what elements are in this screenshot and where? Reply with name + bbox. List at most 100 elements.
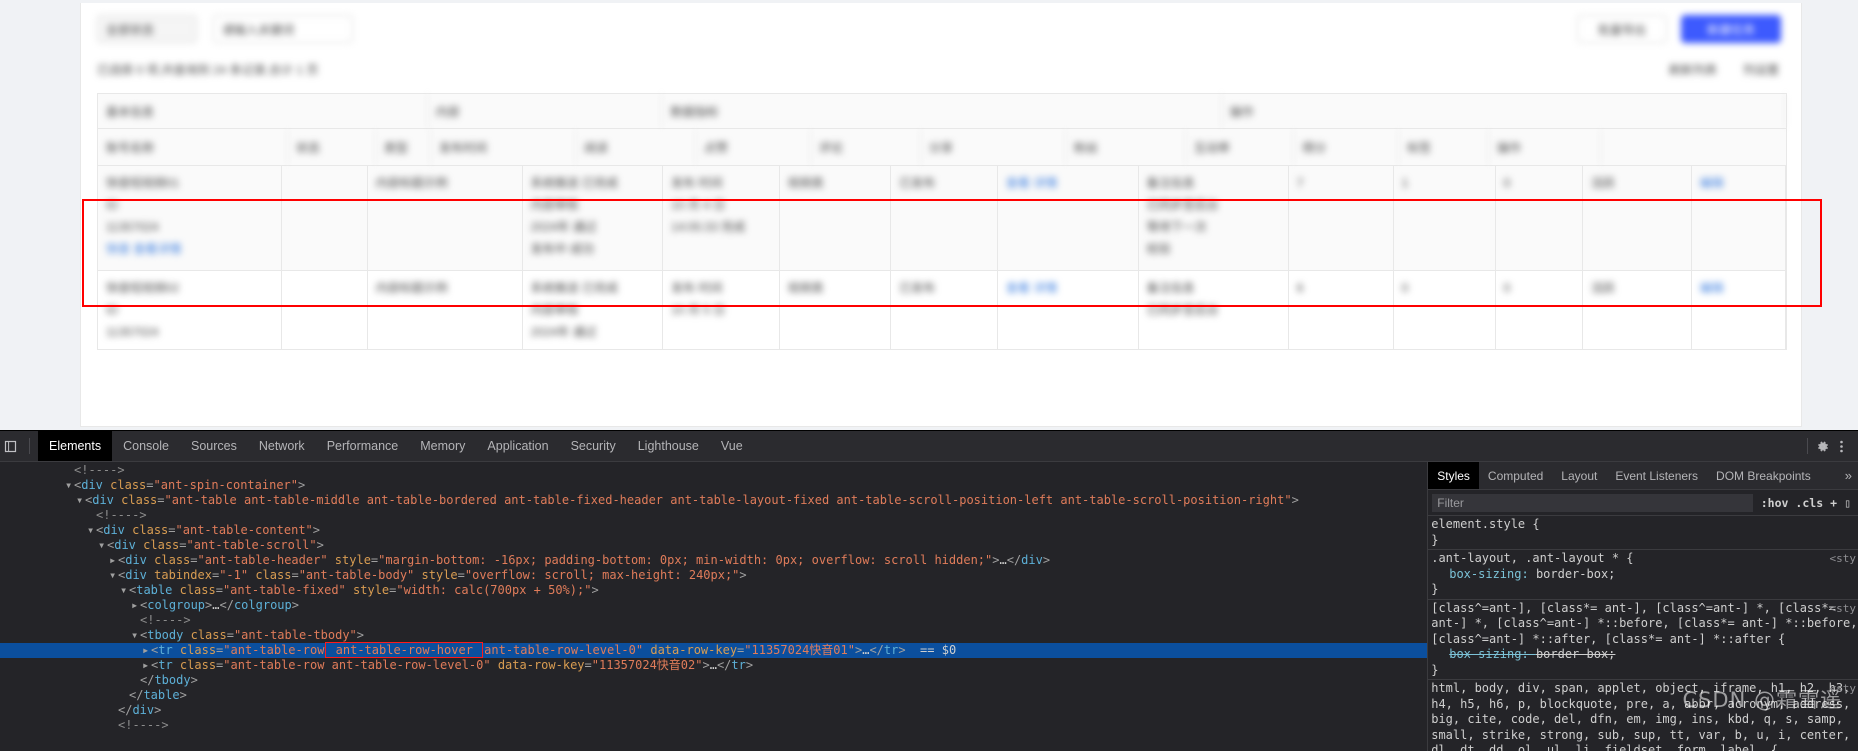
dom-node[interactable]: ▾ <tbody class="ant-table-tbody"> xyxy=(0,628,1427,643)
new-style-rule-button[interactable]: + xyxy=(1830,496,1837,510)
keyword-input[interactable]: 请输入关键词 xyxy=(213,15,353,43)
more-options-icon[interactable] xyxy=(1833,438,1850,455)
css-rule[interactable]: element.style {} xyxy=(1428,516,1858,550)
dom-token-attr: class xyxy=(179,643,217,657)
css-rule-origin[interactable]: <sty xyxy=(1830,551,1857,567)
table-header-cell[interactable]: 阅读 xyxy=(576,129,696,165)
expand-arrow-right-icon[interactable]: ▸ xyxy=(131,598,140,613)
dom-token-punct: > xyxy=(154,703,162,717)
styles-tab-layout[interactable]: Layout xyxy=(1552,462,1606,489)
devtools-tab-memory[interactable]: Memory xyxy=(409,431,476,461)
table-cell: 活跃 xyxy=(1583,271,1692,349)
css-selector[interactable]: .ant-layout, .ant-layout * { xyxy=(1431,551,1858,567)
cls-toggle[interactable]: .cls xyxy=(1795,496,1823,510)
expand-arrow-down-icon[interactable]: ▾ xyxy=(131,628,140,643)
no-arrow-icon xyxy=(109,718,118,733)
table-row[interactable]: 快音短视频01 ID 11357024 快音 查看详情 内容标题示例 系统推送 已完成 内容… xyxy=(98,166,1786,271)
expand-arrow-down-icon[interactable]: ▾ xyxy=(120,583,129,598)
devtools-tab-performance[interactable]: Performance xyxy=(316,431,410,461)
dom-token-str: "width: calc(700px + 50%);" xyxy=(396,583,592,597)
column-settings-link[interactable]: 列设置 xyxy=(1743,61,1779,78)
table-header-cell[interactable]: 点赞 xyxy=(696,129,811,165)
css-declaration[interactable]: box-sizing: border-box; xyxy=(1431,647,1858,663)
css-rule[interactable]: <sty html, body, div, span, applet, objec… xyxy=(1428,680,1858,751)
table-header-cell[interactable]: 粉丝 xyxy=(1066,129,1186,165)
css-property[interactable]: box-sizing: xyxy=(1431,647,1536,661)
table-header-cell[interactable]: 评论 xyxy=(811,129,921,165)
table-header-cell[interactable]: 账号名称 xyxy=(98,129,288,165)
css-declaration[interactable]: box-sizing: border-box; xyxy=(1431,567,1858,583)
table-header-cell[interactable]: 标签 xyxy=(1399,129,1489,165)
dom-node[interactable]: </div> xyxy=(0,703,1427,718)
dom-node[interactable]: ▸ <tr class="ant-table-row ant-table-row-… xyxy=(0,658,1427,673)
devtools-tab-security[interactable]: Security xyxy=(560,431,627,461)
dom-node[interactable]: </table> xyxy=(0,688,1427,703)
css-value[interactable]: border-box; xyxy=(1536,647,1615,661)
styles-filter-input[interactable] xyxy=(1432,493,1753,512)
css-rule-origin[interactable]: <sty xyxy=(1830,601,1857,617)
table-header-cell[interactable]: 得分 xyxy=(1294,129,1399,165)
settings-gear-icon[interactable] xyxy=(1814,438,1831,455)
status-select[interactable]: 全部状态 xyxy=(97,15,197,43)
expand-arrow-down-icon[interactable]: ▾ xyxy=(87,523,96,538)
dom-token-attr: data-row-key xyxy=(497,658,585,672)
devtools-tab-vue[interactable]: Vue xyxy=(710,431,754,461)
devtools-tab-console[interactable]: Console xyxy=(112,431,180,461)
dom-node[interactable]: ▾ <div class="ant-table-scroll"> xyxy=(0,538,1427,553)
dom-token-tag: div xyxy=(92,493,114,507)
batch-export-button[interactable]: 批量导出 xyxy=(1577,15,1667,43)
expand-arrow-down-icon[interactable]: ▾ xyxy=(65,478,74,493)
styles-tab-event-listeners[interactable]: Event Listeners xyxy=(1606,462,1707,489)
devtools-tab-application[interactable]: Application xyxy=(476,431,559,461)
styles-tab-styles[interactable]: Styles xyxy=(1428,462,1479,489)
dom-node[interactable]: ▾ <div class="ant-table ant-table-middle … xyxy=(0,493,1427,508)
expand-arrow-right-icon[interactable]: ▸ xyxy=(142,658,151,673)
table-row[interactable]: 快音短视频02 ID 11357024 内容标题示例 系统推送 已完成 内容审核 2024年… xyxy=(98,271,1786,350)
dom-node[interactable]: ▾ <div class="ant-table-content"> xyxy=(0,523,1427,538)
create-task-button[interactable]: 新建任务 xyxy=(1681,15,1781,43)
devtools-tab-network[interactable]: Network xyxy=(248,431,316,461)
css-value[interactable]: border-box; xyxy=(1536,567,1615,581)
devtools-tab-lighthouse[interactable]: Lighthouse xyxy=(627,431,710,461)
refresh-list-link[interactable]: 刷新列表 xyxy=(1669,61,1717,78)
table-header-cell[interactable]: 状态 xyxy=(288,129,376,165)
device-toolbar-icon[interactable] xyxy=(2,438,19,455)
dom-node[interactable]: <!----> xyxy=(0,508,1427,523)
hov-toggle[interactable]: :hov xyxy=(1761,496,1789,510)
expand-arrow-right-icon[interactable]: ▸ xyxy=(109,553,118,568)
dom-node[interactable]: <!----> xyxy=(0,463,1427,478)
css-rule-origin[interactable]: <sty xyxy=(1830,681,1857,697)
dom-tree-pane[interactable]: <!----> ▾ <div class="ant-spin-container">… xyxy=(0,462,1428,751)
dom-node[interactable]: <!----> xyxy=(0,718,1427,733)
css-selector[interactable]: [class^=ant-], [class*= ant-], [class^=a… xyxy=(1431,601,1858,648)
toggle-element-state-icon[interactable]: ▯ xyxy=(1844,496,1851,510)
devtools-tab-sources[interactable]: Sources xyxy=(180,431,248,461)
css-rule[interactable]: <sty .ant-layout, .ant-layout * {box-sizi… xyxy=(1428,550,1858,600)
styles-more-tabs-button[interactable]: » xyxy=(1839,462,1858,489)
devtools-tab-elements[interactable]: Elements xyxy=(38,431,113,461)
dom-node[interactable]: ▾ <div tabindex="-1" class="ant-table-bod… xyxy=(0,568,1427,583)
table-header-cell[interactable]: 类型 xyxy=(376,129,431,165)
dom-node[interactable]: </tbody> xyxy=(0,673,1427,688)
expand-arrow-right-icon[interactable]: ▸ xyxy=(142,643,151,658)
css-selector[interactable]: html, body, div, span, applet, object, i… xyxy=(1431,681,1858,751)
css-selector[interactable]: element.style { xyxy=(1431,517,1858,533)
expand-arrow-down-icon[interactable]: ▾ xyxy=(109,568,118,583)
table-header-cell[interactable]: 分享 xyxy=(921,129,1066,165)
table-header-cell[interactable]: 互动率 xyxy=(1186,129,1294,165)
table-header-cell[interactable]: 操作 xyxy=(1489,129,1601,165)
dom-node[interactable]: ▸ <div class="ant-table-header" style="ma… xyxy=(0,553,1427,568)
dom-node[interactable]: ▾ <div class="ant-spin-container"> xyxy=(0,478,1427,493)
dom-node[interactable]: ▸ <colgroup>…</colgroup> xyxy=(0,598,1427,613)
dom-node[interactable]: ▾ <table class="ant-table-fixed" style="w… xyxy=(0,583,1427,598)
dom-node[interactable]: <!----> xyxy=(0,613,1427,628)
expand-arrow-down-icon[interactable]: ▾ xyxy=(76,493,85,508)
table-header-cell[interactable]: 发布时间 xyxy=(431,129,576,165)
dom-token-plain: … xyxy=(212,598,220,612)
expand-arrow-down-icon[interactable]: ▾ xyxy=(98,538,107,553)
styles-tab-computed[interactable]: Computed xyxy=(1479,462,1552,489)
styles-tab-dom-breakpoints[interactable]: DOM Breakpoints xyxy=(1707,462,1820,489)
css-property[interactable]: box-sizing: xyxy=(1431,567,1536,581)
dom-node-selected[interactable]: ▸ <tr class="ant-table-row ant-table-row-… xyxy=(0,642,1428,658)
css-rule[interactable]: <sty [class^=ant-], [class*= ant-], [clas… xyxy=(1428,600,1858,680)
